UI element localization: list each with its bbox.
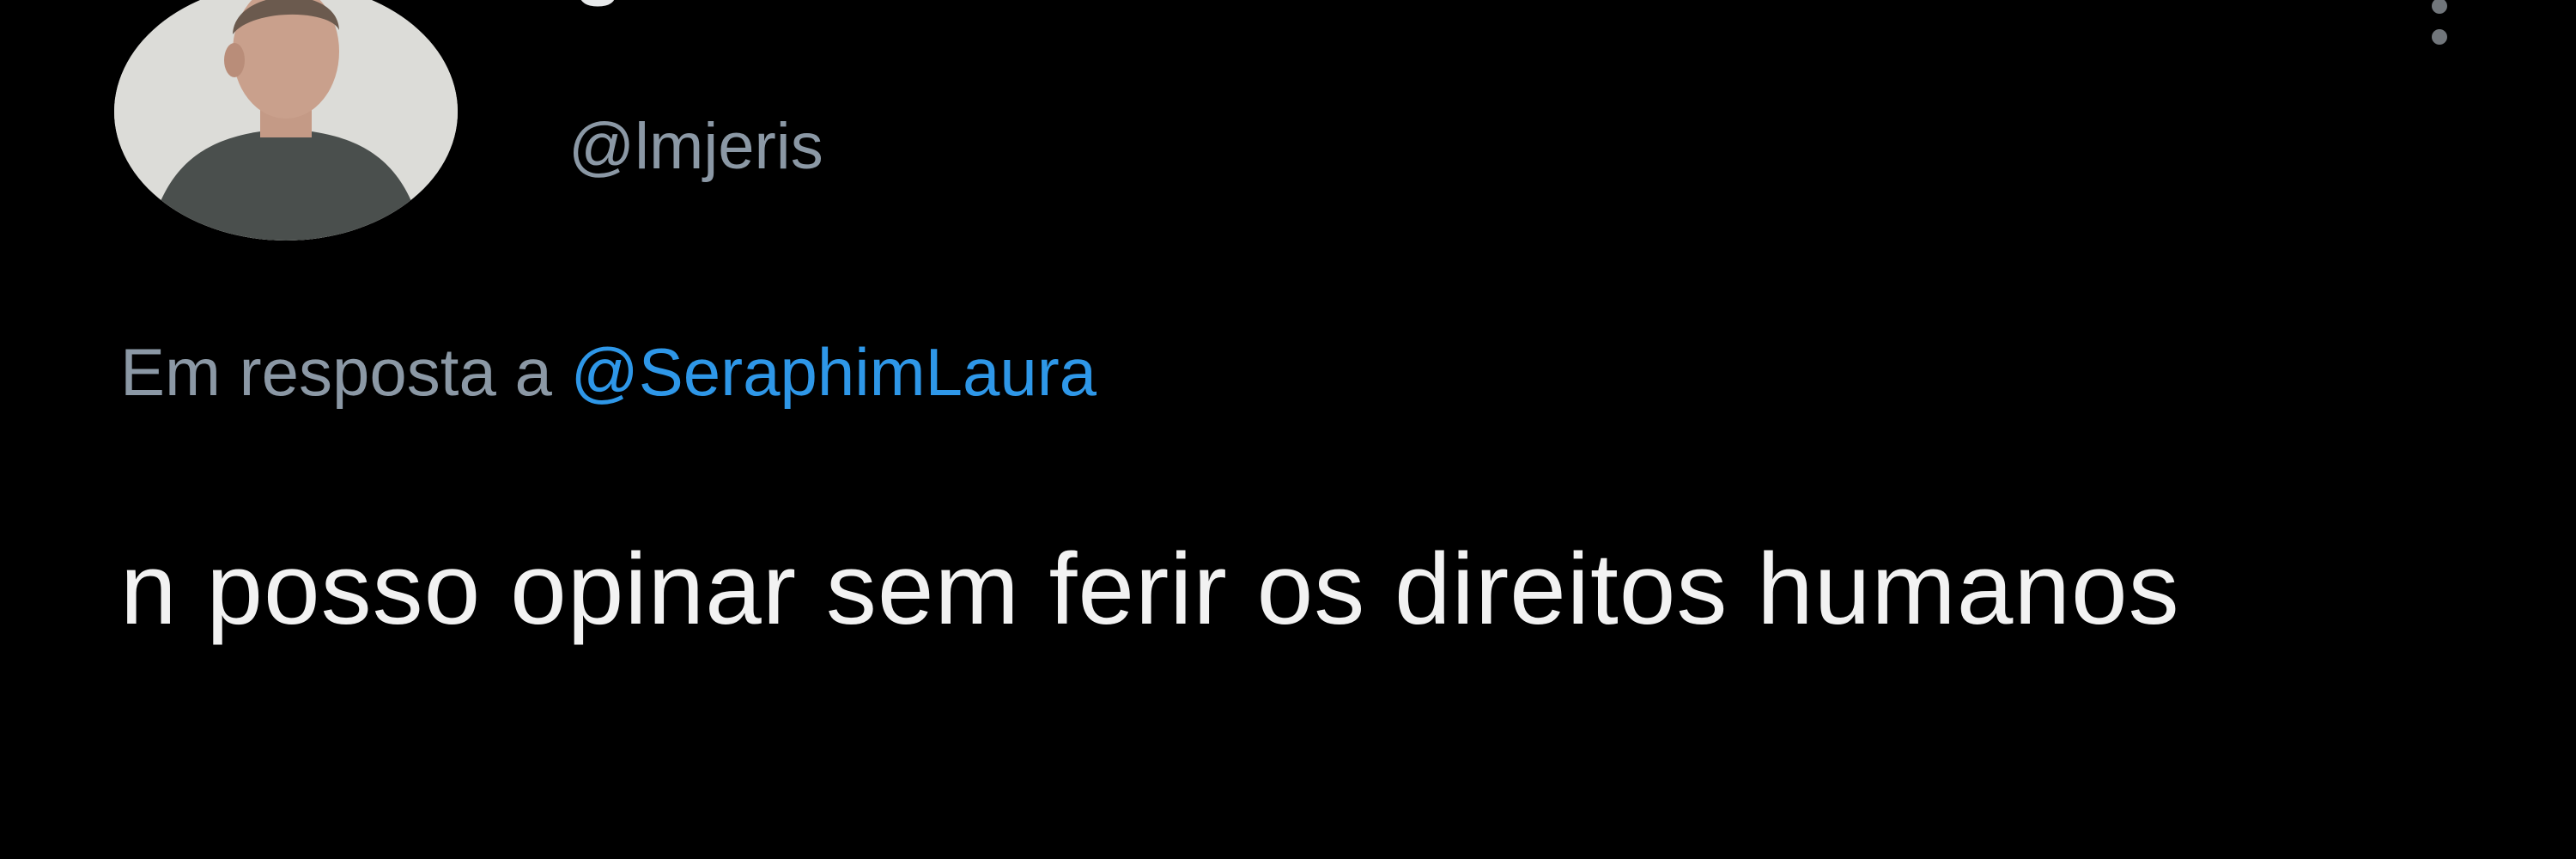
user-handle[interactable]: @lmjeris [568,109,823,184]
reply-context: Em resposta a @SeraphimLaura [120,333,1097,411]
tweet-text: n posso opinar sem ferir os direitos hum… [120,533,2180,646]
avatar-photo [114,0,458,241]
reply-mention-link[interactable]: @SeraphimLaura [571,334,1097,410]
avatar[interactable] [114,0,458,241]
more-dot [2432,0,2447,14]
tweet-card: S @lmjeris Em resposta a @SeraphimLaura … [0,0,2576,859]
more-vertical-icon[interactable] [2413,0,2464,77]
more-dot [2432,29,2447,45]
reply-prefix: Em resposta a [120,334,552,410]
display-name[interactable]: S [577,0,618,21]
